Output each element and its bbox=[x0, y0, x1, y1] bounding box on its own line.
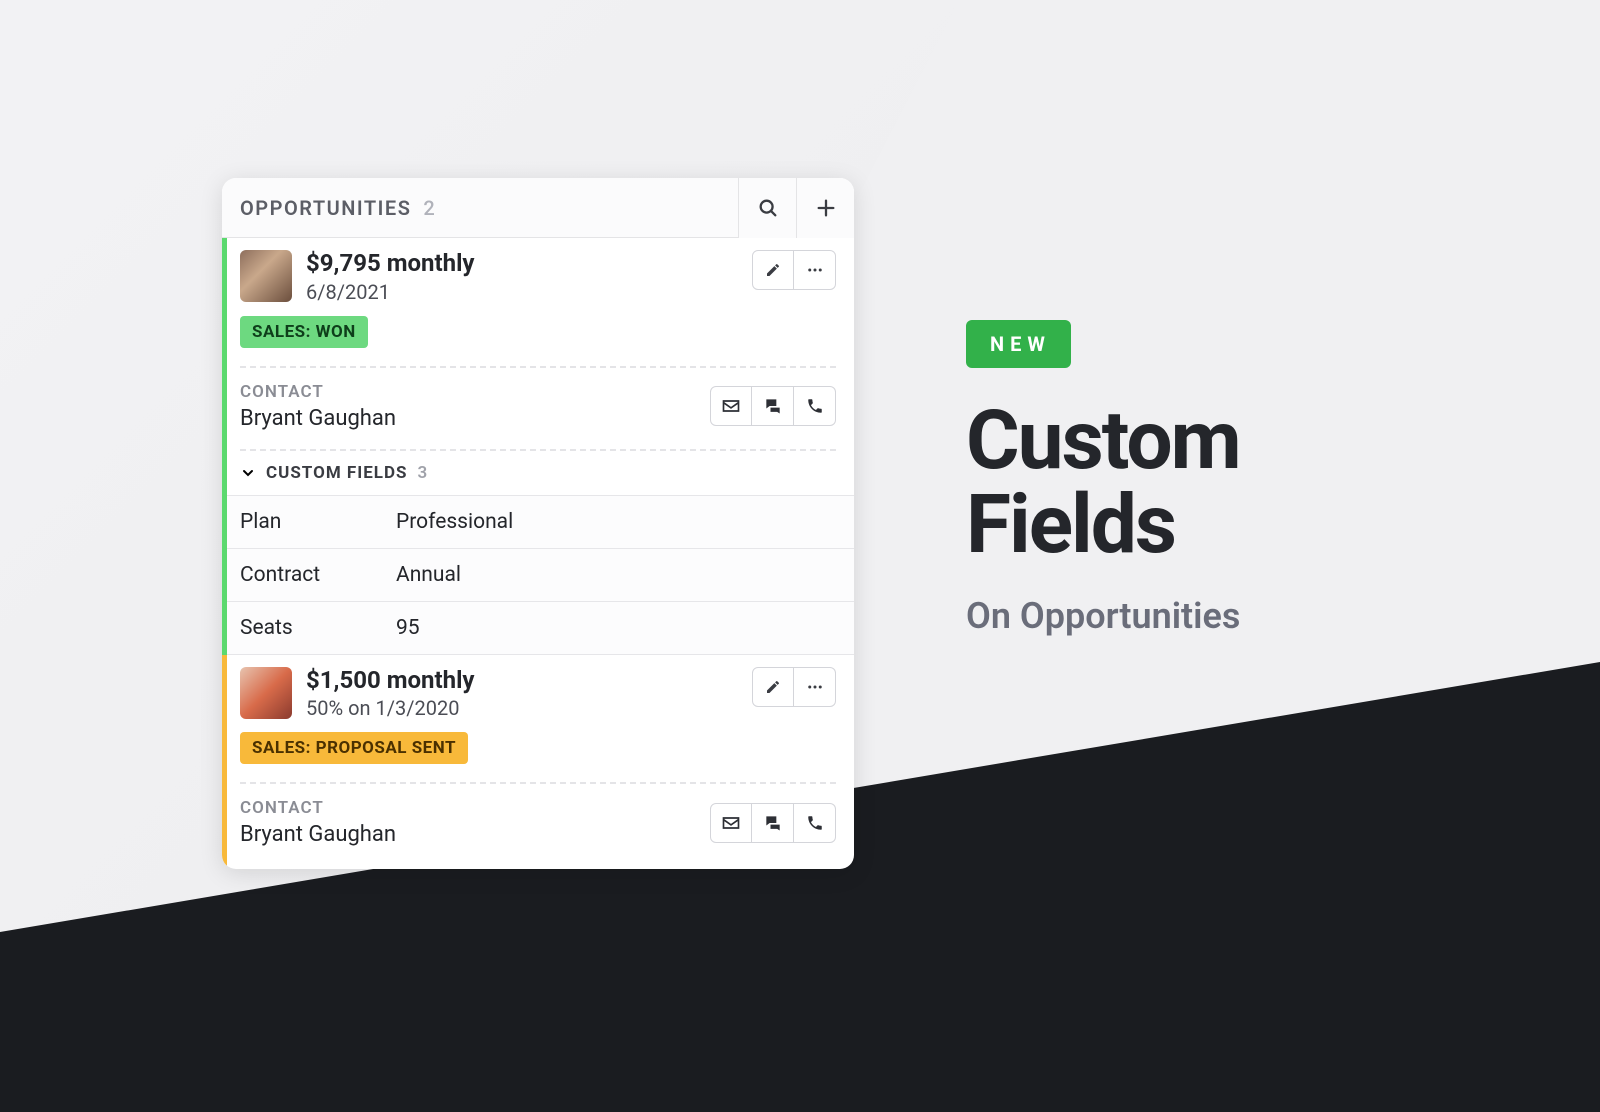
contact-label: CONTACT bbox=[240, 382, 396, 402]
opportunity-item[interactable]: $9,795 monthly 6/8/2021 SALES: WON bbox=[222, 238, 854, 655]
phone-icon bbox=[806, 814, 824, 832]
header-title: OPPORTUNITIES bbox=[240, 196, 411, 220]
dots-icon bbox=[806, 261, 824, 279]
email-icon bbox=[721, 396, 741, 416]
promo-title-line1: Custom bbox=[966, 400, 1426, 484]
chat-button[interactable] bbox=[752, 386, 794, 426]
phone-button[interactable] bbox=[794, 386, 836, 426]
email-button[interactable] bbox=[710, 386, 752, 426]
field-value: Annual bbox=[396, 563, 461, 587]
card-header: OPPORTUNITIES 2 bbox=[222, 178, 854, 238]
header-count: 2 bbox=[423, 196, 434, 220]
opportunity-value: $1,500 monthly bbox=[306, 667, 738, 695]
promo-subtitle: On Opportunities bbox=[966, 595, 1426, 637]
email-button[interactable] bbox=[710, 803, 752, 843]
stage: OPPORTUNITIES 2 $9,795 monthly 6/8/2021 bbox=[142, 100, 1458, 1012]
new-badge: NEW bbox=[966, 320, 1071, 368]
search-button[interactable] bbox=[738, 178, 796, 238]
add-button[interactable] bbox=[796, 178, 854, 238]
field-key: Plan bbox=[240, 510, 396, 534]
opportunity-item[interactable]: $1,500 monthly 50% on 1/3/2020 SALES: PR… bbox=[222, 655, 854, 870]
custom-field-row: Seats 95 bbox=[222, 601, 854, 655]
custom-fields-count: 3 bbox=[418, 463, 428, 483]
field-value: 95 bbox=[396, 616, 420, 640]
dots-icon bbox=[806, 678, 824, 696]
custom-field-row: Contract Annual bbox=[222, 548, 854, 601]
custom-fields-toggle[interactable]: CUSTOM FIELDS 3 bbox=[240, 449, 836, 495]
more-button[interactable] bbox=[794, 250, 836, 290]
chat-icon bbox=[763, 813, 783, 833]
opportunity-value: $9,795 monthly bbox=[306, 250, 738, 278]
status-accent bbox=[222, 655, 227, 870]
contact-name: Bryant Gaughan bbox=[240, 406, 396, 431]
edit-button[interactable] bbox=[752, 667, 794, 707]
email-icon bbox=[721, 813, 741, 833]
opportunities-card: OPPORTUNITIES 2 $9,795 monthly 6/8/2021 bbox=[222, 178, 854, 869]
phone-icon bbox=[806, 397, 824, 415]
promo-title: Custom Fields bbox=[966, 400, 1426, 567]
opportunity-date: 6/8/2021 bbox=[306, 280, 738, 304]
promo-section: NEW Custom Fields On Opportunities bbox=[966, 320, 1426, 637]
phone-button[interactable] bbox=[794, 803, 836, 843]
contact-name: Bryant Gaughan bbox=[240, 822, 396, 847]
chat-button[interactable] bbox=[752, 803, 794, 843]
pencil-icon bbox=[765, 679, 781, 695]
status-badge: SALES: PROPOSAL SENT bbox=[240, 732, 468, 764]
opportunity-date: 50% on 1/3/2020 bbox=[306, 696, 738, 720]
pencil-icon bbox=[765, 262, 781, 278]
edit-button[interactable] bbox=[752, 250, 794, 290]
search-icon bbox=[757, 197, 779, 219]
field-key: Seats bbox=[240, 616, 396, 640]
more-button[interactable] bbox=[794, 667, 836, 707]
status-accent bbox=[222, 238, 227, 655]
avatar bbox=[240, 667, 292, 719]
custom-field-row: Plan Professional bbox=[222, 495, 854, 548]
custom-fields-label: CUSTOM FIELDS bbox=[266, 463, 408, 483]
contact-label: CONTACT bbox=[240, 798, 396, 818]
custom-fields-table: Plan Professional Contract Annual Seats … bbox=[222, 495, 854, 655]
promo-title-line2: Fields bbox=[966, 484, 1426, 568]
field-key: Contract bbox=[240, 563, 396, 587]
status-badge: SALES: WON bbox=[240, 316, 368, 348]
chat-icon bbox=[763, 396, 783, 416]
chevron-down-icon bbox=[240, 465, 256, 481]
avatar bbox=[240, 250, 292, 302]
plus-icon bbox=[815, 197, 837, 219]
field-value: Professional bbox=[396, 510, 513, 534]
